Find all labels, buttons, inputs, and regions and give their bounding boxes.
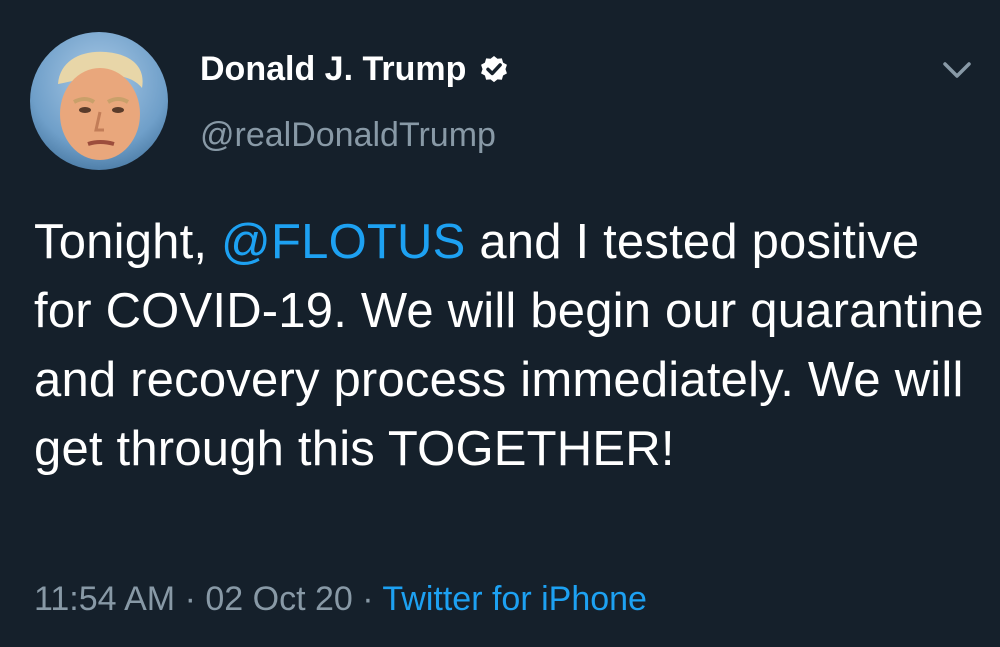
author-handle[interactable]: @realDonaldTrump	[200, 116, 496, 155]
chevron-down-icon[interactable]	[940, 58, 974, 82]
author-name-row[interactable]: Donald J. Trump	[200, 50, 510, 89]
verified-badge-icon	[481, 55, 508, 82]
tweet-date[interactable]: 02 Oct 20	[205, 580, 352, 618]
tweet-time[interactable]: 11:54 AM	[34, 580, 175, 618]
avatar[interactable]	[30, 32, 168, 170]
tweet-source-link[interactable]: Twitter for iPhone	[382, 580, 647, 618]
mention-link[interactable]: @FLOTUS	[221, 215, 465, 269]
author-display-name[interactable]: Donald J. Trump	[200, 50, 466, 89]
meta-separator: ·	[352, 580, 383, 618]
tweet-text-start: Tonight,	[34, 215, 222, 269]
avatar-portrait-icon	[58, 51, 143, 160]
meta-separator: ·	[175, 580, 206, 618]
tweet-text: Tonight, @FLOTUS and I tested positive f…	[34, 208, 984, 484]
tweet-meta: 11:54 AM · 02 Oct 20 · Twitter for iPhon…	[34, 580, 647, 619]
